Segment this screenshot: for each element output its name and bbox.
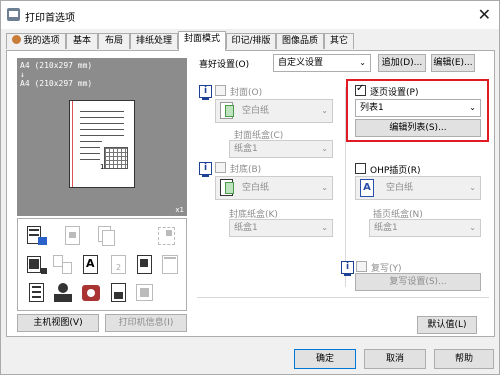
page-number-icon[interactable]: 2 <box>108 254 130 276</box>
tab-finishing[interactable]: 排纸处理 <box>130 33 178 49</box>
chevron-down-icon: ⌄ <box>321 223 328 232</box>
tab-image-quality[interactable]: 图像品质 <box>276 33 324 49</box>
text-line <box>80 135 124 136</box>
front-cover-label: 封面(O) <box>230 88 263 98</box>
user-icon <box>12 35 22 44</box>
back-cover-label: 封底(B) <box>230 165 262 175</box>
user-auth-icon[interactable] <box>52 282 74 304</box>
tab-my-options[interactable]: 我的选项 <box>6 33 66 49</box>
preview-arrow: ↓ <box>20 70 25 79</box>
secure-print-icon[interactable] <box>108 282 130 304</box>
ok-button[interactable]: 确定 <box>294 349 356 369</box>
tab-basic[interactable]: 基本 <box>66 33 98 49</box>
help-button[interactable]: 帮助 <box>434 349 494 369</box>
binding-margin-line <box>72 101 73 187</box>
tab-stamp-composition[interactable]: 印记/排版 <box>226 33 276 49</box>
favorites-value: 自定义设置 <box>278 58 324 68</box>
defaults-button[interactable]: 默认值(L) <box>417 316 477 334</box>
front-cover-paper-select[interactable]: 空白纸 ⌄ <box>215 99 333 123</box>
per-page-label: 逐页设置(P) <box>370 88 419 98</box>
page-preview: A4 (210x297 mm) ↓ A4 (210x297 mm) 1 x1 <box>17 58 187 216</box>
text-line <box>80 159 100 160</box>
cancel-button[interactable]: 取消 <box>364 349 426 369</box>
per-page-list-value: 列表1 <box>360 103 384 113</box>
function-icon-panel: A 2 <box>17 218 187 311</box>
front-cover-tray-select[interactable]: 纸盒1 ⌄ <box>229 140 333 158</box>
watermark-icon[interactable] <box>62 225 84 247</box>
text-line <box>80 111 124 112</box>
stamp-icon[interactable] <box>52 254 74 276</box>
preview-output-size: A4 (210x297 mm) <box>20 79 93 88</box>
tab-other[interactable]: 其它 <box>324 33 354 49</box>
print-preferences-window: 打印首选项 ✕ 我的选项 基本 布局 排纸处理 封面模式 印记/排版 图像品质 … <box>0 0 500 375</box>
booklet-icon[interactable] <box>26 254 48 276</box>
text-line <box>80 117 124 118</box>
chevron-down-icon: ⌄ <box>359 58 366 67</box>
tab-cover-mode[interactable]: 封面模式 <box>178 31 226 51</box>
chevron-down-icon: ⌄ <box>321 183 328 192</box>
title-bar: 打印首选项 ✕ <box>1 1 499 29</box>
duplicate-checkbox[interactable] <box>356 261 367 272</box>
text-line <box>80 129 124 130</box>
info-icon: i <box>199 162 212 177</box>
text-line <box>80 141 102 142</box>
front-cover-tray-value: 纸盒1 <box>234 144 258 154</box>
favorites-label: 喜好设置(O) <box>199 60 250 70</box>
table-graphic <box>104 147 128 169</box>
per-page-checkbox[interactable] <box>355 83 366 96</box>
preview-source-size: A4 (210x297 mm) <box>20 61 93 70</box>
preview-paper: 1 <box>69 100 135 188</box>
chevron-down-icon: ⌄ <box>321 106 328 115</box>
ohp-tray-select[interactable]: 纸盒1 ⌄ <box>369 219 481 237</box>
ohp-paper-value: 空白纸 <box>386 183 414 193</box>
edit-list-button[interactable]: 编辑列表(S)... <box>355 119 481 137</box>
cover-sheet-icon[interactable] <box>26 225 48 247</box>
document-scan-icon[interactable] <box>134 254 156 276</box>
front-cover-paper-value: 空白纸 <box>242 106 270 116</box>
back-cover-paper-select[interactable]: 空白纸 ⌄ <box>215 176 333 200</box>
box-save-icon[interactable] <box>134 282 156 304</box>
info-icon: i <box>199 85 212 100</box>
ohp-interleave-checkbox[interactable] <box>355 163 366 174</box>
header-footer-icon[interactable] <box>160 254 182 276</box>
copy-pages-icon[interactable] <box>96 225 118 247</box>
page-icon <box>225 105 234 117</box>
text-line <box>80 153 100 154</box>
back-cover-tray-select[interactable]: 纸盒1 ⌄ <box>229 219 333 237</box>
favorites-select[interactable]: 自定义设置 ⌄ <box>273 54 371 72</box>
ohp-sheet-icon: A <box>360 179 374 197</box>
tab-layout[interactable]: 布局 <box>98 33 130 49</box>
overlay-icon[interactable] <box>156 225 178 247</box>
printer-info-button[interactable]: 打印机信息(I) <box>105 314 187 332</box>
front-cover-checkbox[interactable] <box>215 85 226 96</box>
chevron-down-icon: ⌄ <box>469 183 476 192</box>
back-cover-paper-value: 空白纸 <box>242 183 270 193</box>
printer-icon <box>7 8 20 21</box>
print-layout-icon[interactable] <box>26 282 48 304</box>
ohp-interleave-label: OHP插页(R) <box>370 166 421 176</box>
printer-view-button[interactable]: 主机视图(V) <box>17 314 99 332</box>
add-favorite-button[interactable]: 追加(D)... <box>378 54 426 72</box>
window-title: 打印首选项 <box>25 13 75 24</box>
ohp-paper-select[interactable]: A 空白纸 ⌄ <box>355 176 481 200</box>
duplicate-settings-button[interactable]: 复写设置(S)... <box>355 273 481 291</box>
horizontal-divider <box>197 297 489 298</box>
ohp-tray-value: 纸盒1 <box>374 223 398 233</box>
account-track-icon[interactable] <box>80 282 102 304</box>
preview-page-number: 1 <box>100 163 105 171</box>
chevron-down-icon: ⌄ <box>321 144 328 153</box>
back-cover-checkbox[interactable] <box>215 162 226 173</box>
text-line <box>80 147 100 148</box>
back-cover-tray-value: 纸盒1 <box>234 223 258 233</box>
per-page-list-select[interactable]: 列表1 ⌄ <box>355 99 481 117</box>
page-icon <box>225 182 234 194</box>
edit-favorite-button[interactable]: 编辑(E)... <box>431 54 475 72</box>
chevron-down-icon: ⌄ <box>469 223 476 232</box>
info-icon: i <box>341 261 354 276</box>
preview-zoom: x1 <box>175 206 184 214</box>
chevron-down-icon: ⌄ <box>469 103 476 112</box>
text-line <box>80 123 124 124</box>
close-icon[interactable]: ✕ <box>478 5 491 24</box>
text-a-icon[interactable]: A <box>80 254 102 276</box>
